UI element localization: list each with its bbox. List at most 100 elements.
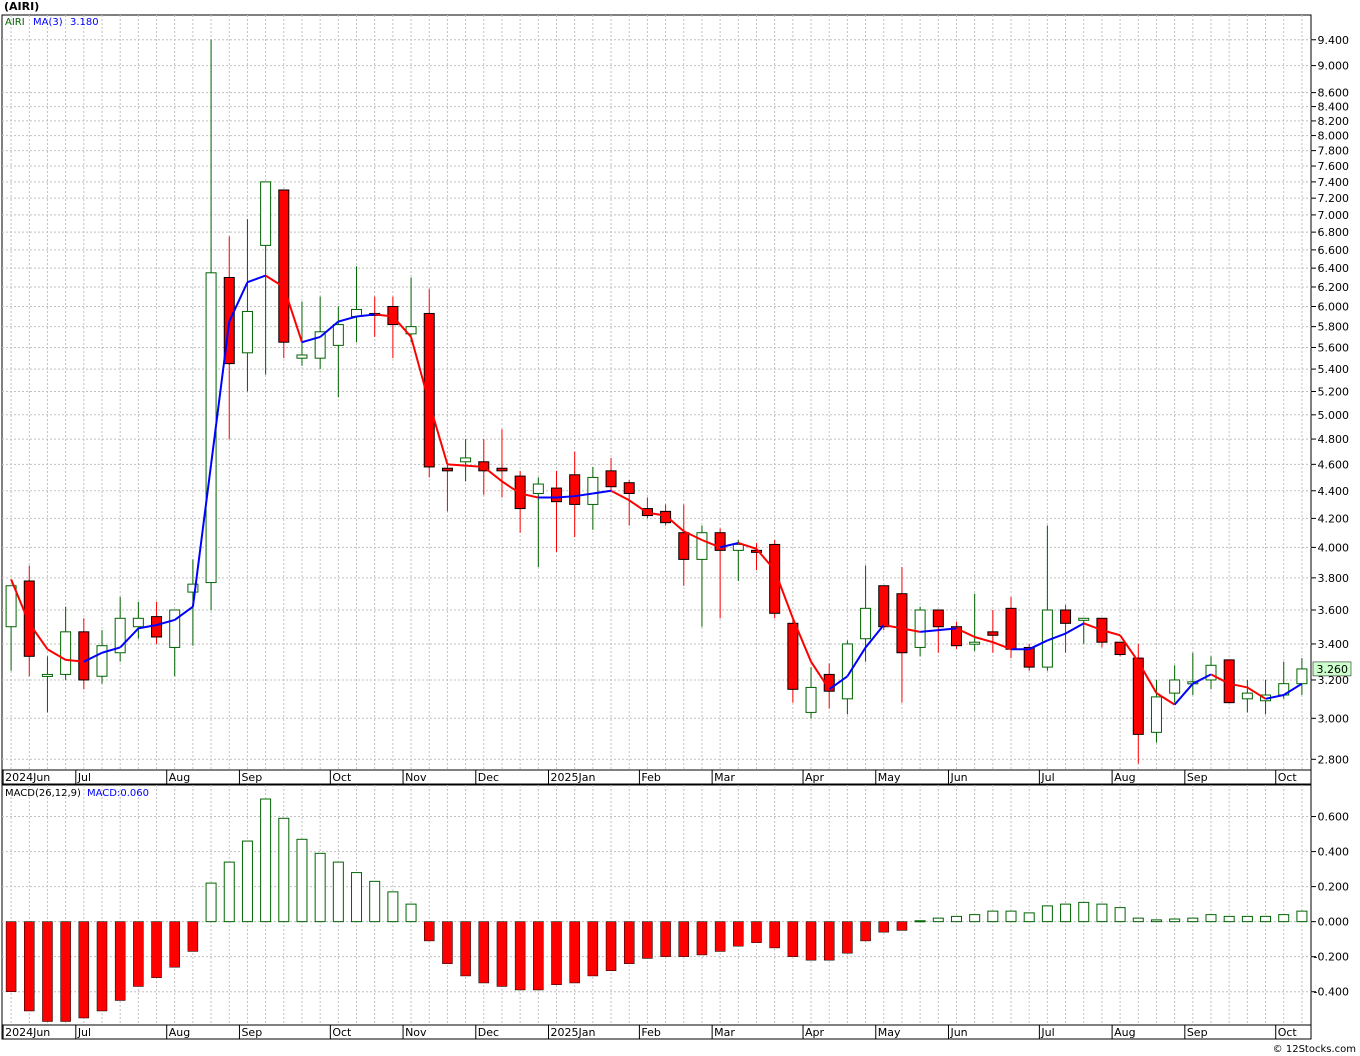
ma-line-segment <box>465 464 484 468</box>
candle-body <box>932 609 944 628</box>
macd-tick-label: 0.200 <box>1318 881 1350 894</box>
candle-body <box>441 467 453 472</box>
price-tick-label: 5.000 <box>1318 409 1350 422</box>
macd-bar <box>114 921 126 1001</box>
candle-body <box>860 607 872 640</box>
x-tick-label: Oct <box>332 771 352 784</box>
macd-bar <box>1132 917 1144 923</box>
macd-bar <box>551 921 562 985</box>
macd-bar <box>460 921 471 977</box>
x-tick-label: Dec <box>478 1026 499 1039</box>
price-tick-label: 5.600 <box>1318 341 1350 354</box>
price-tick-label: 5.200 <box>1318 386 1350 399</box>
x-tick-label: Jul <box>1040 1026 1054 1039</box>
x-tick-label: Apr <box>805 771 825 784</box>
macd-bar <box>1114 907 1126 923</box>
price-tick-label: 7.000 <box>1318 209 1350 222</box>
x-tick-label: May <box>878 771 901 784</box>
x-tick-label: 2024Jun <box>5 771 50 784</box>
x-tick-label: Jun <box>949 771 967 784</box>
candle-body <box>5 585 17 628</box>
x-tick-label: 2024Jun <box>5 1026 50 1039</box>
macd-bar <box>169 921 180 968</box>
macd-bar <box>42 921 53 1022</box>
macd-bar <box>1241 915 1253 923</box>
price-tick-label: 8.000 <box>1318 130 1350 143</box>
x-tick-label: Oct <box>1278 1026 1298 1039</box>
macd-bar <box>1223 915 1235 923</box>
x-tick-label: Jun <box>949 1026 967 1039</box>
macd-bar <box>260 798 272 923</box>
macd-bar <box>751 921 762 943</box>
price-tick-label: 6.000 <box>1318 300 1350 313</box>
macd-bar <box>278 817 290 923</box>
price-tick-label: 5.800 <box>1318 321 1350 334</box>
macd-bar <box>714 921 726 952</box>
watermark: © 12Stocks.com <box>1272 1044 1356 1055</box>
candle-body <box>205 272 217 584</box>
x-tick-label: Nov <box>405 1026 427 1039</box>
price-tick-label: 7.400 <box>1318 176 1350 189</box>
macd-bar <box>1150 919 1162 923</box>
x-tick-label: Aug <box>169 1026 190 1039</box>
price-tick-label: 3.800 <box>1318 572 1350 585</box>
x-tick-label: Sep <box>1187 1026 1208 1039</box>
candle-body <box>1205 664 1217 681</box>
macd-tick-label: 0.600 <box>1318 811 1350 824</box>
macd-bar <box>823 921 835 961</box>
candle-body <box>296 354 308 359</box>
candle-body <box>1005 607 1017 650</box>
macd-value-label: MACD:0.060 <box>87 788 149 799</box>
macd-bar <box>642 921 653 959</box>
price-tick-label: 5.400 <box>1318 363 1350 376</box>
price-tick-label: 8.600 <box>1318 87 1350 100</box>
macd-bar <box>569 921 580 984</box>
price-tick-label: 3.400 <box>1318 638 1350 651</box>
x-tick-label: Mar <box>714 771 735 784</box>
macd-bar <box>950 915 962 923</box>
price-tick-label: 3.000 <box>1318 712 1350 725</box>
candle-body <box>569 474 581 505</box>
candle-body <box>1241 692 1253 700</box>
candle-body <box>1169 679 1181 694</box>
candle-body <box>660 510 672 524</box>
x-tick-label: 2025Jan <box>551 771 596 784</box>
candle-body <box>41 673 53 677</box>
macd-bar <box>1041 905 1053 923</box>
candle-body <box>587 476 599 505</box>
macd-bar <box>842 921 853 954</box>
ma-line-segment <box>447 463 466 467</box>
macd-bar <box>623 921 635 964</box>
price-tick-label: 9.400 <box>1318 34 1350 47</box>
candle-body <box>60 631 72 675</box>
macd-tick-label: -0.200 <box>1314 951 1349 964</box>
candle-body <box>241 310 253 354</box>
x-tick-label: Apr <box>805 1026 825 1039</box>
macd-bar <box>151 921 162 978</box>
price-tick-label: 6.800 <box>1318 226 1350 239</box>
price-tick-label: 2.800 <box>1318 753 1350 766</box>
price-tick-label: 7.600 <box>1318 160 1350 173</box>
macd-bar <box>369 880 381 923</box>
candle-body <box>260 181 272 246</box>
macd-bar <box>1205 914 1217 923</box>
macd-bar <box>1260 915 1272 923</box>
macd-bar <box>1278 914 1290 923</box>
macd-bar <box>442 921 453 964</box>
macd-bar <box>351 872 363 923</box>
last-price-label: 3.260 <box>1317 663 1349 676</box>
macd-bar <box>496 921 508 987</box>
macd-bar <box>296 838 308 923</box>
x-tick-label: Mar <box>714 1026 735 1039</box>
price-plot-frame <box>1 14 1312 771</box>
x-tick-label: Jul <box>77 1026 91 1039</box>
candle-body <box>605 470 617 488</box>
ma-line-segment <box>556 495 575 499</box>
candle-body <box>169 609 181 648</box>
macd-bar <box>969 914 981 923</box>
macd-bar <box>423 921 435 942</box>
candle-body <box>78 631 90 681</box>
macd-bar <box>1187 917 1199 923</box>
candle-body <box>1114 641 1126 656</box>
macd-bar <box>96 921 108 1012</box>
